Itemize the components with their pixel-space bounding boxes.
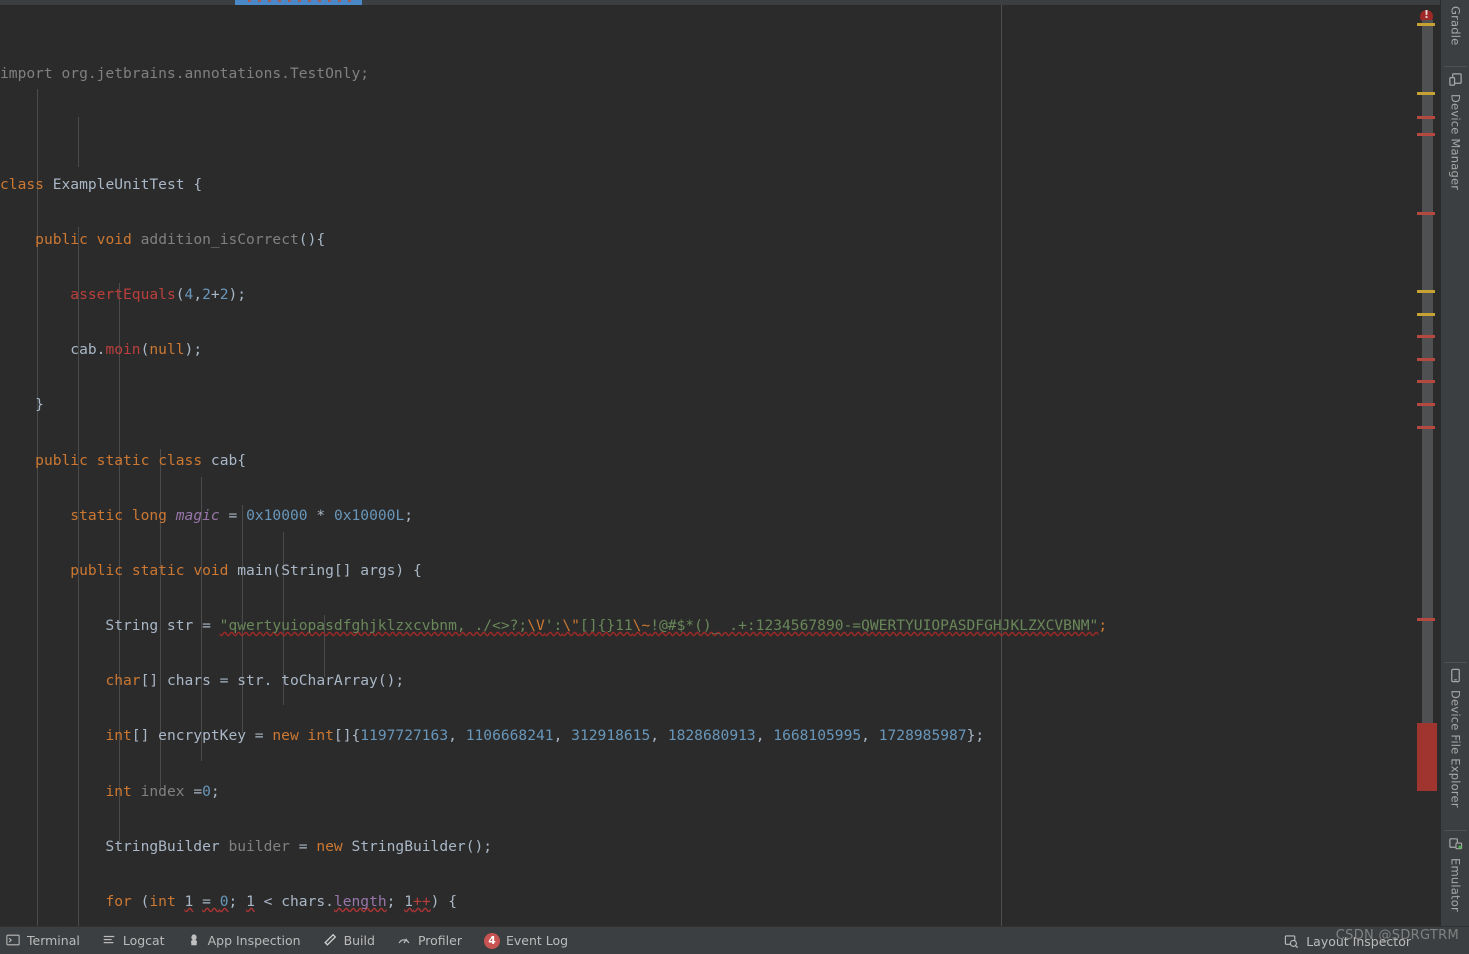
android-studio-window: import org.jetbrains.annotations.TestOnl… [0,0,1469,954]
code-line[interactable]: StringBuilder builder = new StringBuilde… [0,833,1413,861]
code-line[interactable]: assertEquals(4,2+2); [0,281,1413,309]
code-line[interactable] [0,115,1413,143]
bottom-item-build[interactable]: Build [323,927,389,954]
sidebar-item-label: Device File Explorer [1448,690,1463,808]
bottom-item-terminal[interactable]: Terminal [6,927,94,954]
error-stripe[interactable] [1413,5,1440,926]
stripe-mark-warning[interactable] [1417,92,1435,95]
code-line[interactable]: static long magic = 0x10000 * 0x10000L; [0,502,1413,530]
terminal-icon [6,933,21,948]
bottom-item-label: App Inspection [207,933,301,948]
code-line[interactable]: String str = "qwertyuiopasdfghjklzxcvbnm… [0,612,1413,640]
stripe-mark-error[interactable] [1417,133,1435,136]
stripe-mark-error[interactable] [1417,116,1435,119]
code-line[interactable]: char[] chars = str. toCharArray(); [0,667,1413,695]
sidebar-item-label: Gradle [1448,6,1463,46]
stripe-mark-warning[interactable] [1417,23,1435,26]
code-line[interactable]: int index =0; [0,778,1413,806]
emulator-icon [1448,836,1463,854]
stripe-mark-error[interactable] [1417,358,1435,361]
bottom-item-app-inspection[interactable]: App Inspection [187,927,315,954]
profiler-icon [397,933,412,948]
bottom-item-label: Event Log [505,933,569,948]
stripe-mark-warning[interactable] [1417,290,1435,293]
editor-scrollbar-thumb[interactable] [1422,20,1433,755]
code-line[interactable]: import org.jetbrains.annotations.TestOnl… [0,60,1413,88]
bottom-item-label: Layout Inspector [1306,933,1411,949]
stripe-mark-error[interactable] [1417,403,1435,406]
code-line[interactable]: public static class cab{ [0,447,1413,475]
stripe-mark-error[interactable] [1417,212,1435,215]
code-line[interactable]: } [0,391,1413,419]
bottom-item-label: Profiler [417,933,462,948]
bottom-item-layout-inspector[interactable]: Layout Inspector [1284,927,1411,954]
bottom-tool-window-bar[interactable]: Terminal Logcat App Inspection Build Pro… [0,926,1469,954]
bottom-item-label: Logcat [122,933,165,948]
code-editor[interactable]: import org.jetbrains.annotations.TestOnl… [0,5,1413,926]
device-file-explorer-icon [1448,668,1463,686]
app-inspection-icon [187,933,202,948]
code-line[interactable]: public static void main(String[] args) { [0,557,1413,585]
stripe-mark-warning[interactable] [1417,313,1435,316]
sidebar-item-device-file-explorer[interactable]: Device File Explorer [1441,668,1469,808]
sidebar-divider [1444,830,1467,831]
sidebar-item-gradle[interactable]: Gradle [1441,6,1469,45]
sidebar-divider [1444,66,1467,67]
build-hammer-icon [323,933,338,948]
bottom-item-profiler[interactable]: Profiler [397,927,476,954]
stripe-error-block[interactable] [1417,723,1437,791]
sidebar-item-label: Emulator [1448,858,1463,912]
stripe-mark-error[interactable] [1417,335,1435,338]
bottom-item-label: Terminal [27,933,80,948]
code-line[interactable]: cab.moin(null); [0,336,1413,364]
right-tool-sidebar[interactable]: Gradle Device Manager Device File Explor… [1440,0,1469,926]
bottom-item-logcat[interactable]: Logcat [102,927,179,954]
stripe-mark-error[interactable] [1417,618,1435,621]
device-manager-icon [1448,72,1463,90]
bottom-item-label: Build [343,933,375,948]
stripe-mark-error[interactable] [1417,380,1435,383]
tab-warning-dots [248,0,353,2]
sidebar-item-device-manager[interactable]: Device Manager [1441,72,1469,190]
sidebar-divider [1444,662,1467,663]
layout-inspector-icon [1284,934,1299,949]
code-line[interactable]: public void addition_isCorrect(){ [0,226,1413,254]
code-content[interactable]: import org.jetbrains.annotations.TestOnl… [0,5,1413,926]
stripe-mark-error[interactable] [1417,426,1435,429]
code-line[interactable]: int[] encryptKey = new int[]{1197727163,… [0,722,1413,750]
code-line[interactable]: for (int 1 = 0; 1 < chars.length; 1++) { [0,888,1413,916]
logcat-icon [102,933,117,948]
event-log-badge: 4 [483,932,500,949]
sidebar-item-label: Device Manager [1448,94,1463,191]
bottom-item-event-log[interactable]: 4 Event Log [483,927,582,954]
code-line[interactable]: class ExampleUnitTest { [0,171,1413,199]
sidebar-item-emulator[interactable]: Emulator [1441,836,1469,912]
